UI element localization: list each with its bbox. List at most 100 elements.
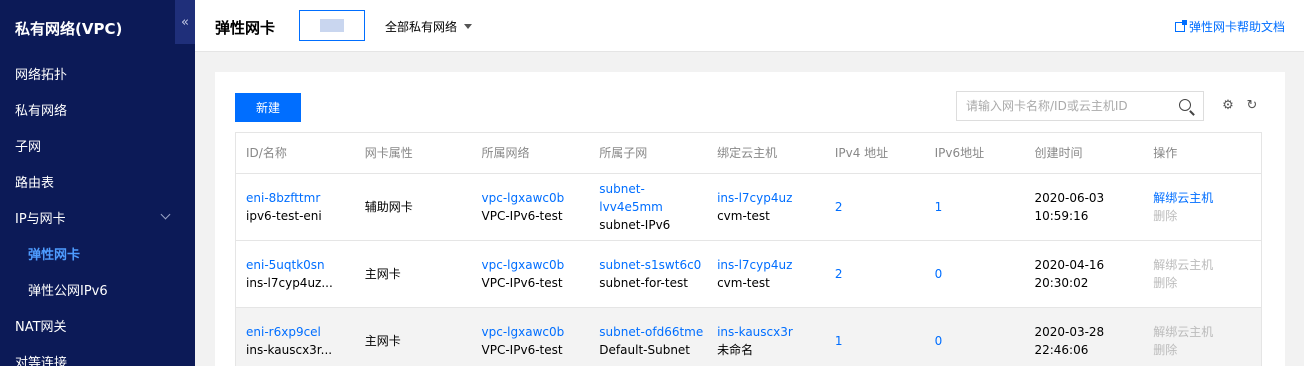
eni-name: ipv6-test-eni — [246, 209, 322, 223]
sidebar-item-ip-and-eni[interactable]: IP与网卡 — [0, 199, 195, 235]
delete-button[interactable]: 删除 — [1153, 274, 1261, 292]
cvm-name: cvm-test — [717, 209, 770, 223]
sidebar-item-label: 弹性网卡 — [28, 247, 81, 263]
delete-button[interactable]: 删除 — [1153, 341, 1261, 359]
search-icon[interactable] — [1179, 99, 1191, 111]
eni-id-link[interactable]: eni-r6xp9cel — [246, 323, 355, 341]
column-header: 网卡属性 — [364, 146, 413, 160]
delete-button[interactable]: 删除 — [1153, 207, 1261, 225]
column-header: 所属网络 — [481, 146, 530, 160]
new-button[interactable]: 新建 — [235, 93, 301, 122]
help-doc-label: 弹性网卡帮助文档 — [1188, 20, 1285, 34]
created-date: 2020-06-03 — [1034, 191, 1105, 205]
subnet-id-link[interactable]: subnet-lvv4e5mm — [599, 180, 707, 216]
vpc-id-link[interactable]: vpc-lgxawc0b — [482, 323, 590, 341]
sidebar-item-eip-ipv6[interactable]: 弹性公网IPv6 — [0, 271, 195, 307]
unbind-cvm-button[interactable]: 解绑云主机 — [1153, 256, 1261, 274]
sidebar-item-vpc[interactable]: 私有网络 — [0, 91, 195, 127]
created-time: 20:30:02 — [1034, 276, 1089, 290]
ipv6-count-link[interactable]: 0 — [925, 332, 1025, 350]
vpc-cell: vpc-lgxawc0b VPC-IPv6-test — [472, 189, 590, 225]
eni-table: ID/名称 网卡属性 所属网络 所属子网 绑定云主机 IPv4 地址 IPv6地… — [235, 132, 1262, 366]
sidebar-item-nat-gateway[interactable]: NAT网关 — [0, 307, 195, 343]
cvm-cell: ins-l7cyp4uz cvm-test — [707, 189, 825, 225]
ipv4-count-link[interactable]: 1 — [825, 332, 925, 350]
sidebar-item-label: 子网 — [15, 139, 42, 155]
caret-down-icon — [464, 24, 473, 29]
created-time-cell: 2020-04-16 20:30:02 — [1024, 256, 1143, 292]
subnet-cell: subnet-lvv4e5mm subnet-IPv6 — [589, 180, 707, 234]
subnet-name: subnet-IPv6 — [599, 218, 671, 232]
unbind-cvm-button[interactable]: 解绑云主机 — [1153, 189, 1261, 207]
eni-id-link[interactable]: eni-5uqtk0sn — [246, 256, 355, 274]
sidebar-item-label: IP与网卡 — [15, 211, 66, 227]
created-time: 22:46:06 — [1034, 343, 1089, 357]
sidebar-item-route-table[interactable]: 路由表 — [0, 163, 195, 199]
created-time-cell: 2020-03-28 22:46:06 — [1024, 323, 1143, 359]
top-bar: 弹性网卡 全部私有网络 弹性网卡帮助文档 — [195, 0, 1304, 52]
vpc-cell: vpc-lgxawc0b VPC-IPv6-test — [472, 323, 590, 359]
sidebar: 私有网络(VPC) « 网络拓扑 私有网络 子网 路由表 IP与网卡 弹性网卡 … — [0, 0, 195, 366]
eni-id-cell: eni-r6xp9cel ins-kauscx3r... — [236, 323, 355, 359]
column-header: 绑定云主机 — [717, 146, 778, 160]
sidebar-item-label: 私有网络 — [15, 103, 68, 119]
created-time-cell: 2020-06-03 10:59:16 — [1024, 189, 1143, 225]
table-row: eni-r6xp9cel ins-kauscx3r... 主网卡 vpc-lgx… — [236, 308, 1261, 366]
column-header: 操作 — [1153, 146, 1178, 160]
subnet-id-link[interactable]: subnet-ofd66tme — [599, 323, 707, 341]
region-label-redacted — [320, 19, 344, 32]
help-doc-link[interactable]: 弹性网卡帮助文档 — [1174, 18, 1285, 35]
vpc-id-link[interactable]: vpc-lgxawc0b — [482, 256, 590, 274]
collapse-sidebar-icon[interactable]: « — [175, 0, 195, 44]
refresh-icon[interactable]: ↻ — [1245, 99, 1259, 113]
external-link-icon — [1174, 19, 1187, 32]
sidebar-item-topology[interactable]: 网络拓扑 — [0, 55, 195, 91]
sidebar-item-subnet[interactable]: 子网 — [0, 127, 195, 163]
column-header: 所属子网 — [599, 146, 648, 160]
vpc-name: VPC-IPv6-test — [481, 343, 563, 357]
sidebar-item-eni[interactable]: 弹性网卡 — [0, 235, 195, 271]
search-input[interactable] — [957, 92, 1167, 120]
column-header: ID/名称 — [246, 146, 287, 160]
sidebar-item-label: 网络拓扑 — [15, 67, 68, 83]
created-date: 2020-03-28 — [1034, 325, 1105, 339]
vpc-cell: vpc-lgxawc0b VPC-IPv6-test — [472, 256, 590, 292]
subnet-id-link[interactable]: subnet-s1swt6c0 — [599, 256, 707, 274]
chevron-down-icon — [160, 209, 171, 220]
eni-name: ins-l7cyp4uz... — [246, 276, 333, 290]
cvm-cell: ins-kauscx3r 未命名 — [707, 323, 825, 359]
ipv4-count-link[interactable]: 2 — [825, 265, 925, 283]
actions-cell: 解绑云主机 删除 — [1143, 189, 1261, 225]
eni-id-cell: eni-5uqtk0sn ins-l7cyp4uz... — [236, 256, 355, 292]
table-header: ID/名称 网卡属性 所属网络 所属子网 绑定云主机 IPv4 地址 IPv6地… — [236, 133, 1261, 174]
vpc-filter-dropdown[interactable]: 全部私有网络 — [385, 18, 473, 35]
eni-attribute: 辅助网卡 — [364, 200, 413, 214]
vpc-name: VPC-IPv6-test — [481, 209, 563, 223]
eni-id-cell: eni-8bzfttmr ipv6-test-eni — [236, 189, 355, 225]
sidebar-item-label: NAT网关 — [15, 319, 67, 335]
ipv4-count-link[interactable]: 2 — [825, 198, 925, 216]
vpc-filter-label: 全部私有网络 — [385, 20, 458, 34]
cvm-id-link[interactable]: ins-l7cyp4uz — [717, 189, 825, 207]
table-row: eni-5uqtk0sn ins-l7cyp4uz... 主网卡 vpc-lgx… — [236, 241, 1261, 308]
search-box — [956, 91, 1204, 121]
unbind-cvm-button[interactable]: 解绑云主机 — [1153, 323, 1261, 341]
cvm-id-link[interactable]: ins-l7cyp4uz — [717, 256, 825, 274]
vpc-name: VPC-IPv6-test — [481, 276, 563, 290]
settings-icon[interactable]: ⚙ — [1221, 99, 1235, 113]
region-selector[interactable] — [299, 10, 365, 41]
ipv6-count-link[interactable]: 0 — [925, 265, 1025, 283]
eni-attribute: 主网卡 — [364, 334, 401, 348]
vpc-id-link[interactable]: vpc-lgxawc0b — [482, 189, 590, 207]
cvm-cell: ins-l7cyp4uz cvm-test — [707, 256, 825, 292]
column-header: 创建时间 — [1034, 146, 1083, 160]
sidebar-title: 私有网络(VPC) — [15, 19, 123, 38]
cvm-name: cvm-test — [717, 276, 770, 290]
cvm-name: 未命名 — [717, 343, 754, 357]
eni-id-link[interactable]: eni-8bzfttmr — [246, 189, 355, 207]
created-time: 10:59:16 — [1034, 209, 1089, 223]
ipv6-count-link[interactable]: 1 — [925, 198, 1025, 216]
created-date: 2020-04-16 — [1034, 258, 1105, 272]
sidebar-item-peering[interactable]: 对等连接 — [0, 343, 195, 366]
cvm-id-link[interactable]: ins-kauscx3r — [717, 323, 825, 341]
